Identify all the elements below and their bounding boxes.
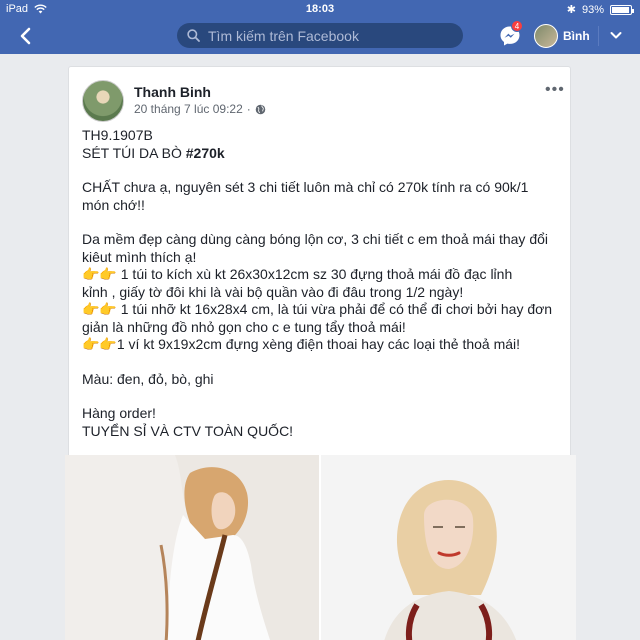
post-text-segment: SÉT TÚI DA BÒ <box>82 144 186 161</box>
post-text-line: kiêut mình thích ạ! <box>82 249 562 267</box>
post-text-segment: giản là những đồ nhỏ gọn cho c e tung tẩ… <box>82 318 406 335</box>
post-text-line: TUYỂN SỈ VÀ CTV TOÀN QUỐC! <box>82 423 562 441</box>
post-text-segment: Hàng order! <box>82 405 156 421</box>
post-text-segment: 👉👉 1 túi to kích xù kt 26x30x12cm sz 30 … <box>82 266 513 282</box>
author-name[interactable]: Thanh Binh <box>134 84 211 100</box>
post-text-segment: Da mềm đẹp càng dùng càng bóng lộn cơ, 3… <box>82 231 549 247</box>
status-time: 18:03 <box>305 3 335 15</box>
facebook-header: 4 Bình <box>0 18 640 54</box>
profile-name[interactable]: Bình <box>563 29 590 43</box>
post-text-line: kỉnh , giấy tờ đôi khi là vài bộ quần và… <box>82 284 562 302</box>
search-bar[interactable] <box>177 23 463 48</box>
battery-fill <box>612 6 629 13</box>
more-options-icon[interactable]: ••• <box>545 81 565 99</box>
post-text-line: 👉👉 1 túi to kích xù kt 26x30x12cm sz 30 … <box>82 266 562 284</box>
chevron-down-icon[interactable] <box>610 28 622 44</box>
divider <box>598 26 599 46</box>
search-icon <box>187 29 200 42</box>
post-photo-2[interactable] <box>321 455 576 640</box>
post-photo-1[interactable] <box>65 455 319 640</box>
post-text-line: CHẤT chưa ạ, nguyên sét 3 chi tiết luôn … <box>82 179 562 197</box>
post-text-line: 👉👉1 ví kt 9x19x2cm đựng xèng điện thoai … <box>82 336 562 354</box>
post-text-line: giản là những đồ nhỏ gọn cho c e tung tẩ… <box>82 319 562 337</box>
post-text-segment: kỉnh , giấy tờ đôi khi là vài bộ quần và… <box>82 283 464 300</box>
search-input[interactable] <box>208 27 448 44</box>
post-timestamp[interactable]: 20 tháng 7 lúc 09:22 <box>134 102 243 116</box>
post-text-segment: 👉👉1 ví kt 9x19x2cm đựng xèng điện thoai … <box>82 336 521 352</box>
status-bar: iPad 18:03 ✱ 93% <box>0 0 640 18</box>
separator-dot: · <box>246 102 251 116</box>
post-text: TH9.1907B SÉT TÚI DA BÒ #270k CHẤT chưa ạ,… <box>82 127 562 440</box>
post-text-line: Da mềm đẹp càng dùng càng bóng lộn cơ, 3… <box>82 231 562 249</box>
status-right: ✱ 93% <box>566 3 634 16</box>
post-text-segment: món chớ!! <box>82 196 145 213</box>
post-text-segment: Màu: đen, đỏ, bò, ghi <box>82 370 214 387</box>
chevron-left-icon[interactable] <box>14 24 38 48</box>
hashtag-link[interactable]: #270k <box>186 145 225 161</box>
post-text-segment: 👉👉 1 túi nhỡ kt 16x28x4 cm, là túi vừa p… <box>82 301 553 317</box>
post-text-segment: TH9.1907B <box>82 127 153 143</box>
messenger-badge: 4 <box>511 20 523 32</box>
author-avatar[interactable] <box>82 80 124 122</box>
post-text-line: món chớ!! <box>82 197 562 215</box>
post-text-line: Màu: đen, đỏ, bò, ghi <box>82 371 562 389</box>
post-text-line: Hàng order! <box>82 405 562 423</box>
post-text-line: SÉT TÚI DA BÒ #270k <box>82 145 562 163</box>
bluetooth-icon: ✱ <box>566 4 576 16</box>
avatar[interactable] <box>534 24 558 48</box>
post-text-segment: CHẤT chưa ạ, nguyên sét 3 chi tiết luôn … <box>82 179 529 195</box>
battery-icon <box>610 4 634 15</box>
post-card: Thanh Binh 20 tháng 7 lúc 09:22 · ••• TH… <box>65 66 576 640</box>
battery-percent: 93% <box>581 3 604 16</box>
post-meta: 20 tháng 7 lúc 09:22 · <box>134 102 266 116</box>
globe-icon <box>255 104 266 114</box>
post-text-line: TH9.1907B <box>82 127 562 145</box>
post-text-segment: kiêut mình thích ạ! <box>82 248 197 265</box>
post-text-line: 👉👉 1 túi nhỡ kt 16x28x4 cm, là túi vừa p… <box>82 301 562 319</box>
post-text-segment: TUYỂN SỈ VÀ CTV TOÀN QUỐC! <box>82 422 294 439</box>
